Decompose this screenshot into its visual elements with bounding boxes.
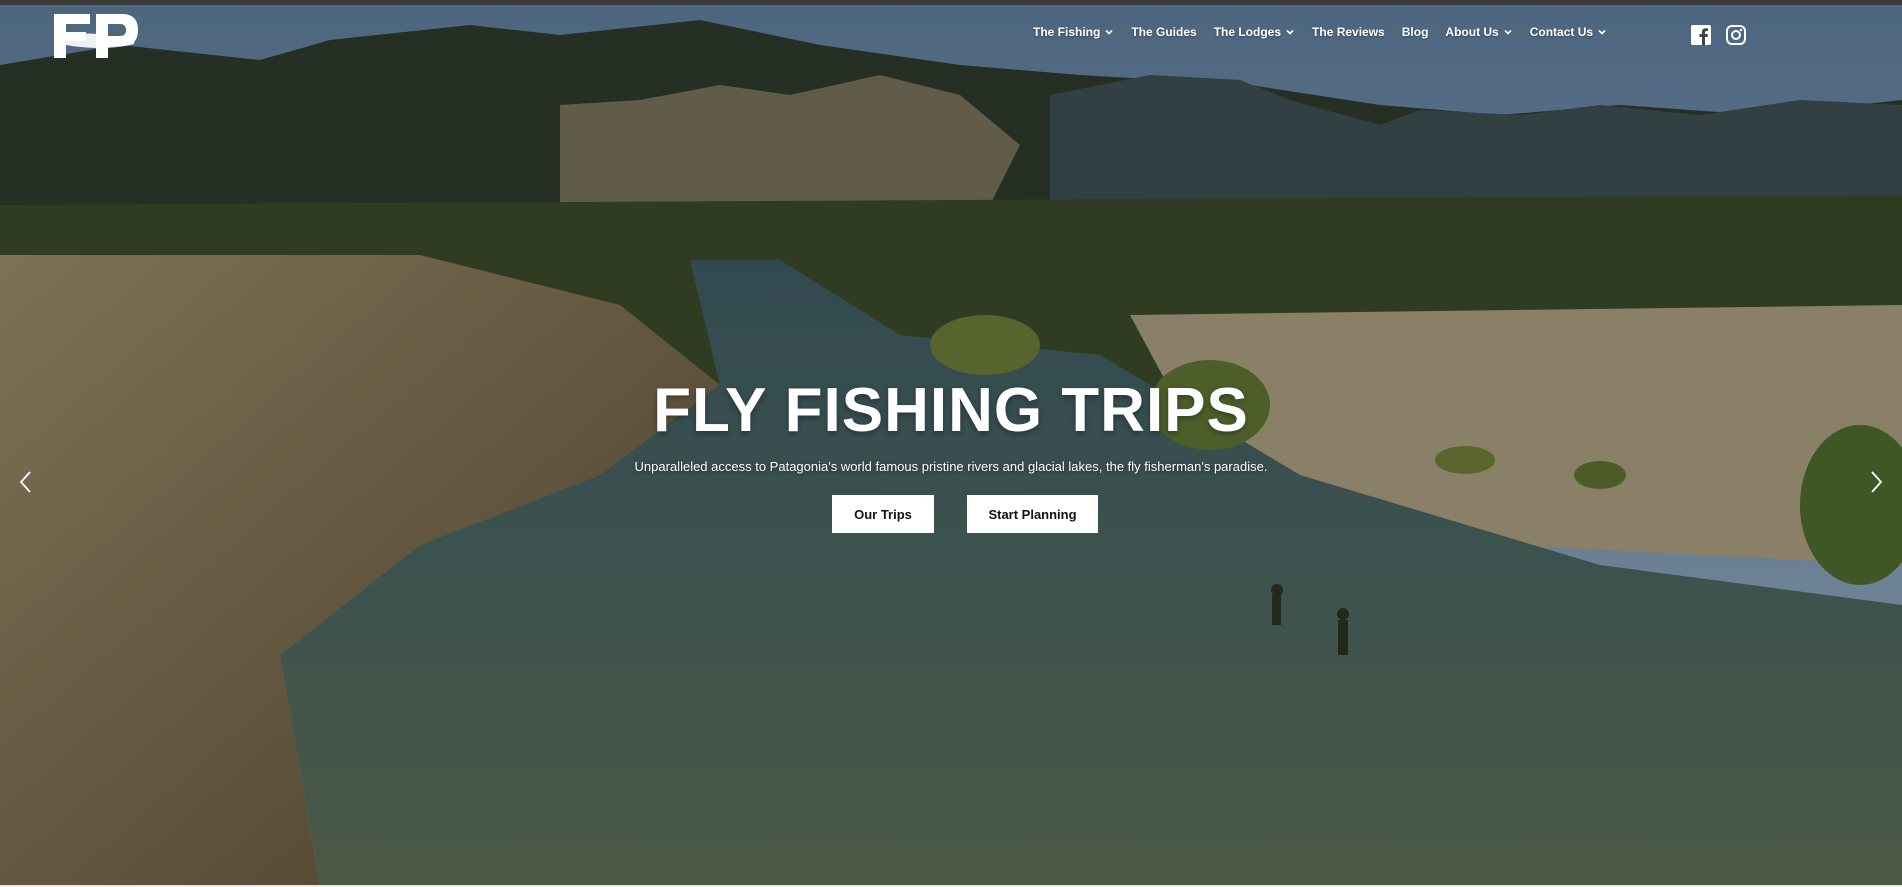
nav-item-label: The Reviews <box>1312 25 1385 39</box>
hero-subtitle: Unparalleled access to Patagonia's world… <box>634 459 1268 474</box>
chevron-left-icon[interactable] <box>16 469 36 495</box>
chevron-right-icon[interactable] <box>1866 469 1886 495</box>
our-trips-button[interactable]: Our Trips <box>832 495 934 533</box>
nav-item-the-guides[interactable]: The Guides <box>1131 25 1196 39</box>
nav-item-label: Contact Us <box>1529 25 1594 39</box>
social-links <box>1690 24 1760 46</box>
nav-item-the-lodges[interactable]: The Lodges <box>1214 25 1295 39</box>
brand-logo[interactable] <box>52 10 142 62</box>
nav-item-blog[interactable]: Blog <box>1402 25 1429 39</box>
hero-title: FLY FISHING TRIPS <box>653 376 1249 445</box>
main-nav: The Fishing The Guides The Lodges The Re… <box>1033 25 1624 39</box>
instagram-icon[interactable] <box>1725 24 1747 46</box>
nav-item-label: The Guides <box>1131 25 1197 39</box>
nav-item-label: About Us <box>1445 25 1499 39</box>
nav-item-label: Blog <box>1401 25 1429 39</box>
chevron-down-icon <box>1598 29 1606 35</box>
start-planning-button[interactable]: Start Planning <box>967 495 1098 533</box>
chevron-down-icon <box>1504 29 1512 35</box>
nav-item-label: The Lodges <box>1213 25 1282 39</box>
nav-item-label: The Fishing <box>1033 25 1101 39</box>
nav-item-the-fishing[interactable]: The Fishing <box>1033 25 1114 39</box>
facebook-icon[interactable] <box>1690 24 1712 46</box>
nav-item-contact-us[interactable]: Contact Us <box>1530 25 1607 39</box>
chevron-down-icon <box>1105 29 1113 35</box>
nav-item-the-reviews[interactable]: The Reviews <box>1312 25 1385 39</box>
nav-item-about-us[interactable]: About Us <box>1445 25 1512 39</box>
chevron-down-icon <box>1286 29 1294 35</box>
